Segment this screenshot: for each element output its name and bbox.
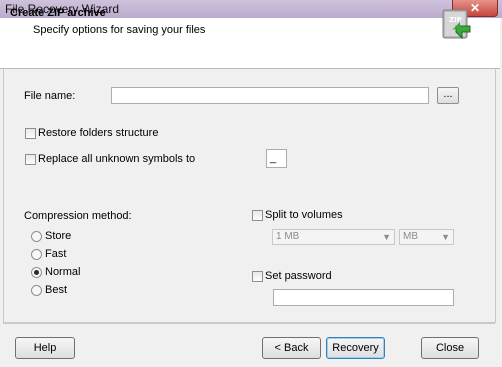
chevron-down-icon: ▼: [382, 232, 391, 242]
volume-size-value: 1 MB: [276, 231, 300, 242]
help-button[interactable]: Help: [15, 337, 75, 359]
compression-best-label: Best: [45, 284, 68, 296]
volume-unit-value: MB: [403, 231, 418, 242]
set-password-checkbox[interactable]: [252, 271, 263, 282]
compression-store-label: Store: [45, 230, 72, 242]
replace-symbols-checkbox[interactable]: [25, 154, 36, 165]
set-password-label: Set password: [265, 270, 332, 282]
compression-normal-radio[interactable]: [31, 267, 42, 278]
compression-normal-label: Normal: [45, 266, 81, 278]
options-panel: [3, 69, 496, 323]
zip-archive-icon: ZIP: [442, 9, 471, 40]
password-input[interactable]: [273, 289, 454, 306]
volume-size-select[interactable]: 1 MB ▼: [272, 229, 395, 245]
volume-unit-select[interactable]: MB ▼: [399, 229, 454, 245]
browse-button[interactable]: ...: [437, 87, 459, 104]
compression-best-radio[interactable]: [31, 285, 42, 296]
close-button[interactable]: Close: [421, 337, 479, 359]
restore-folders-checkbox[interactable]: [25, 128, 36, 139]
recovery-button[interactable]: Recovery: [326, 337, 385, 359]
compression-method-label: Compression method:: [24, 210, 132, 222]
back-button[interactable]: < Back: [262, 337, 321, 359]
restore-folders-label: Restore folders structure: [38, 127, 159, 139]
replace-symbols-label: Replace all unknown symbols to: [38, 153, 196, 165]
file-name-label: File name:: [24, 90, 76, 102]
page-title: Create ZIP archive: [10, 7, 106, 19]
compression-fast-label: Fast: [45, 248, 67, 260]
replacement-symbol-input[interactable]: _: [266, 149, 287, 168]
compression-store-radio[interactable]: [31, 231, 42, 242]
file-name-input[interactable]: [111, 87, 429, 104]
page-subtitle: Specify options for saving your files: [33, 24, 206, 36]
split-volumes-checkbox[interactable]: [252, 210, 263, 221]
split-volumes-label: Split to volumes: [265, 209, 343, 221]
footer-divider: [3, 323, 495, 324]
compression-fast-radio[interactable]: [31, 249, 42, 260]
chevron-down-icon: ▼: [441, 232, 450, 242]
